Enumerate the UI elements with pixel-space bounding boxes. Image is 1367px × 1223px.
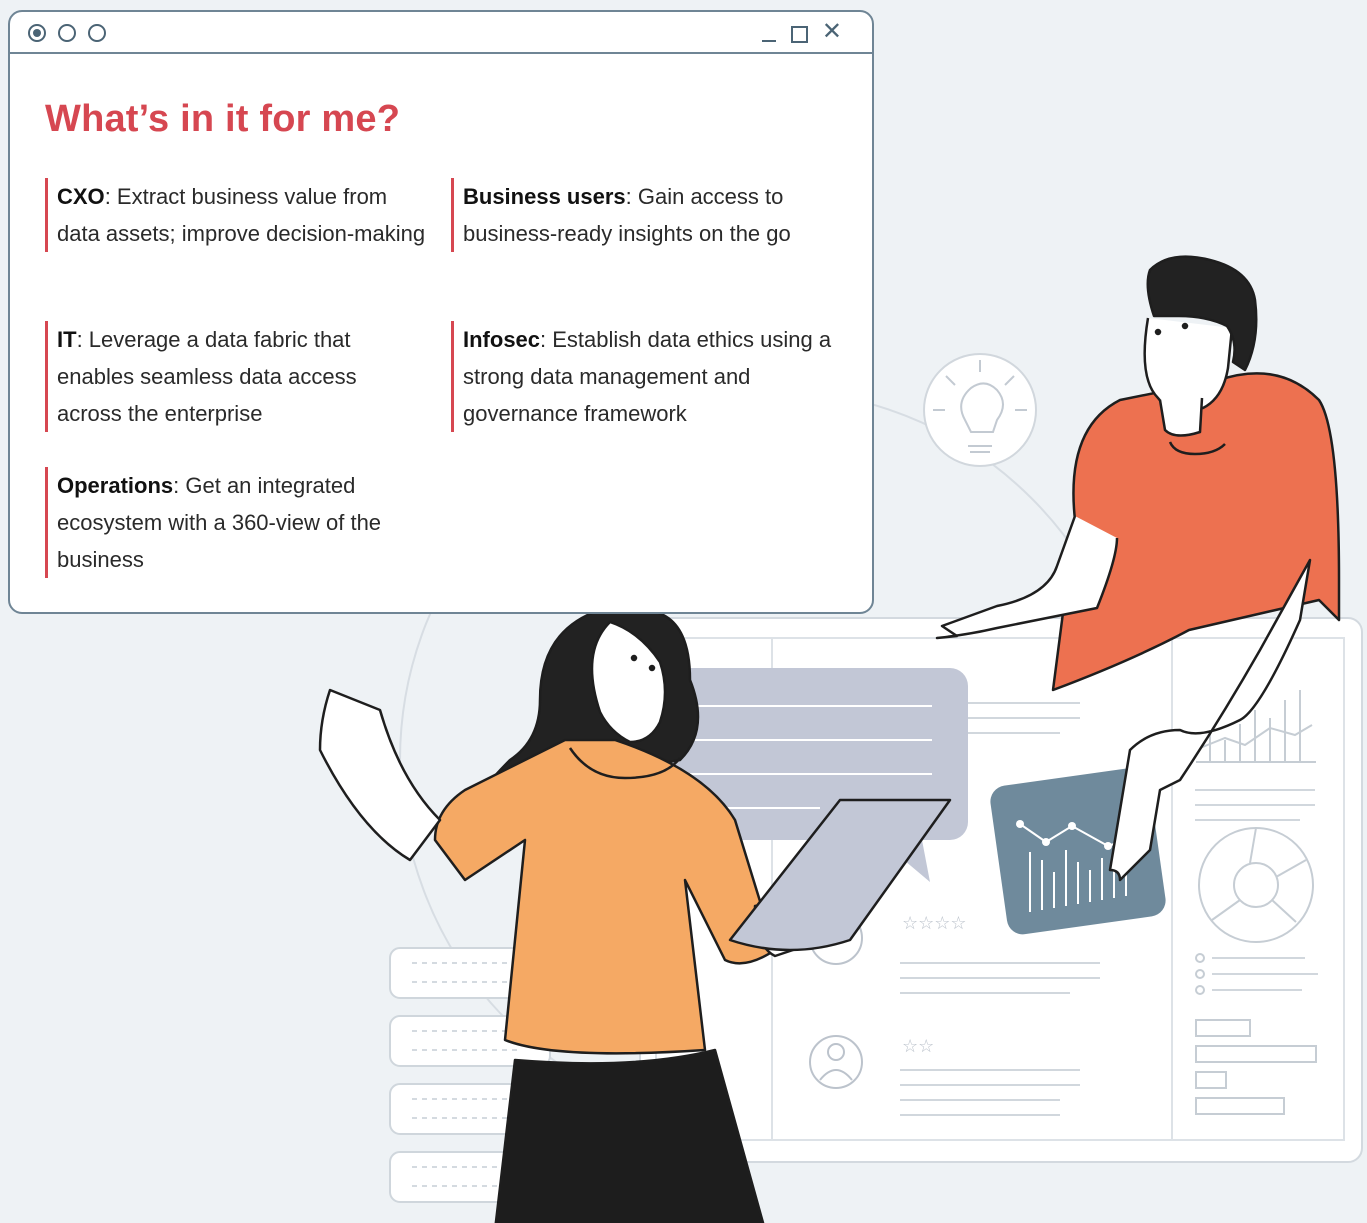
maximize-icon[interactable] bbox=[791, 26, 808, 43]
star-rating-4: ☆☆☆☆ bbox=[902, 913, 967, 934]
role-label: Operations bbox=[57, 473, 174, 498]
role-label: CXO bbox=[57, 184, 105, 209]
benefit-text: : Extract business value from data asset… bbox=[57, 184, 426, 246]
lightbulb-icon bbox=[923, 353, 1037, 467]
role-label: Business users bbox=[463, 184, 626, 209]
role-label: Infosec bbox=[463, 327, 541, 352]
benefit-cxo: CXO: Extract business value from data as… bbox=[45, 178, 427, 252]
star-rating-2: ☆☆ bbox=[902, 1036, 934, 1057]
benefit-it: IT: Leverage a data fabric that enables … bbox=[45, 321, 407, 432]
circle-icon[interactable] bbox=[58, 24, 76, 42]
benefit-operations: Operations: Get an integrated ecosystem … bbox=[45, 467, 407, 578]
window-titlebar: ✕ bbox=[10, 12, 872, 54]
benefit-business-users: Business users: Gain access to business-… bbox=[451, 178, 823, 252]
info-window: ✕ What’s in it for me? CXO: Extract busi… bbox=[8, 10, 874, 614]
page-title: What’s in it for me? bbox=[45, 98, 401, 140]
benefit-text: : Leverage a data fabric that enables se… bbox=[57, 327, 357, 426]
close-icon[interactable]: ✕ bbox=[822, 20, 842, 44]
circle-icon[interactable] bbox=[88, 24, 106, 42]
minimize-icon[interactable] bbox=[762, 40, 776, 42]
role-label: IT bbox=[57, 327, 77, 352]
record-icon[interactable] bbox=[28, 24, 46, 42]
benefit-infosec: Infosec: Establish data ethics using a s… bbox=[451, 321, 863, 432]
